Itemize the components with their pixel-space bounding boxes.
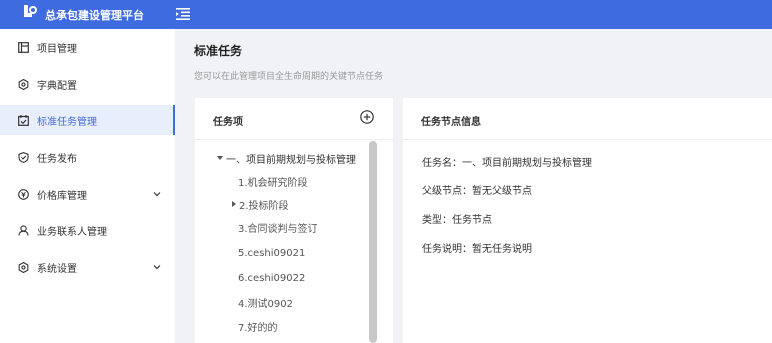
- tree-node-label: 3.合同谈判与签订: [238, 223, 318, 235]
- tree-node[interactable]: 5.ceshi09021: [238, 242, 305, 264]
- tree-node-label: 1.机会研究阶段: [238, 177, 308, 189]
- calendar-check-icon: [18, 114, 29, 126]
- tree-node[interactable]: 3.合同谈判与签订: [238, 216, 318, 238]
- menu-fold-icon[interactable]: [176, 8, 190, 20]
- chevron-down-icon: [153, 192, 161, 197]
- tree-node[interactable]: 2.投标阶段: [232, 193, 289, 215]
- price-icon: [18, 188, 29, 200]
- tree-node[interactable]: 6.ceshi09022: [238, 267, 305, 289]
- sidebar-item-dictionary-config[interactable]: 字典配置: [0, 69, 175, 99]
- tree-node-label: 2.投标阶段: [239, 200, 289, 212]
- tree-node-label: 7.好的的: [238, 322, 278, 334]
- task-panel: 任务项 一、项目前期规划与投标管理 1.机会研究阶段 2.投标阶段 3.合同谈判…: [195, 98, 393, 343]
- page-header: 标准任务 您可以在此管理项目全生命周期的关键节点任务: [175, 29, 772, 97]
- sidebar-item-label: 业务联系人管理: [37, 226, 107, 238]
- task-panel-title: 任务项: [213, 117, 243, 128]
- tree-node-label: 5.ceshi09021: [238, 247, 306, 259]
- task-info-title: 任务节点信息: [421, 117, 481, 128]
- page-title: 标准任务: [194, 44, 243, 58]
- sidebar-item-project-management[interactable]: 项目管理: [0, 32, 175, 62]
- chevron-down-icon: [153, 265, 161, 270]
- project-icon: [18, 41, 29, 53]
- caret-down-icon[interactable]: [217, 156, 223, 160]
- type-line: 类型：任务节点: [422, 215, 492, 226]
- tree-node[interactable]: 7.好的的: [238, 315, 278, 337]
- user-icon: [18, 224, 29, 236]
- tree-node-label: 4.测试0902: [238, 298, 293, 310]
- task-info-panel: 任务节点信息 任务名：一、项目前期规划与投标管理 父级节点：暂无父级节点 类型：…: [403, 98, 772, 343]
- tree-node[interactable]: 4.测试0902: [238, 291, 293, 313]
- sidebar-item-label: 任务发布: [37, 153, 77, 165]
- tree-node[interactable]: 1.机会研究阶段: [238, 170, 308, 192]
- sidebar-item-label: 价格库管理: [37, 190, 87, 202]
- sidebar: 项目管理 字典配置 标准任务管理 任务发布 价格库管理 业务联系人管理 系统设置: [0, 29, 175, 343]
- sidebar-item-label: 字典配置: [37, 80, 77, 92]
- sidebar-item-label: 标准任务管理: [37, 116, 97, 128]
- sidebar-item-price-library[interactable]: 价格库管理: [0, 179, 175, 209]
- tree-node-root[interactable]: 一、项目前期规划与投标管理: [217, 147, 356, 169]
- description-line: 任务说明：暂无任务说明: [422, 244, 532, 255]
- tree-node-label: 一、项目前期规划与投标管理: [226, 154, 356, 166]
- task-tree: 一、项目前期规划与投标管理 1.机会研究阶段 2.投标阶段 3.合同谈判与签订 …: [195, 140, 393, 343]
- sidebar-item-task-publish[interactable]: 任务发布: [0, 142, 175, 172]
- tree-node-label: 6.ceshi09022: [238, 272, 306, 284]
- tree-scrollbar[interactable]: [369, 141, 377, 343]
- page-subtitle: 您可以在此管理项目全生命周期的关键节点任务: [194, 72, 384, 82]
- top-bar: 总承包建设管理平台: [0, 0, 772, 29]
- plus-circle-icon[interactable]: [360, 110, 374, 124]
- task-info-header: 任务节点信息: [403, 98, 772, 140]
- parent-node-line: 父级节点：暂无父级节点: [422, 186, 532, 197]
- gear-icon: [18, 78, 29, 90]
- app-logo: [24, 5, 37, 17]
- sidebar-item-system-settings[interactable]: 系统设置: [0, 252, 175, 282]
- app-title: 总承包建设管理平台: [45, 9, 144, 22]
- sidebar-item-label: 系统设置: [37, 263, 77, 275]
- caret-right-icon[interactable]: [232, 201, 236, 207]
- sidebar-item-label: 项目管理: [37, 43, 77, 55]
- shield-check-icon: [18, 151, 29, 163]
- task-panel-header: 任务项: [195, 98, 393, 140]
- task-name-line: 任务名：一、项目前期规划与投标管理: [422, 158, 592, 169]
- sidebar-item-standard-task-management[interactable]: 标准任务管理: [0, 105, 175, 135]
- sidebar-item-business-contacts[interactable]: 业务联系人管理: [0, 215, 175, 245]
- gear-icon: [18, 261, 29, 273]
